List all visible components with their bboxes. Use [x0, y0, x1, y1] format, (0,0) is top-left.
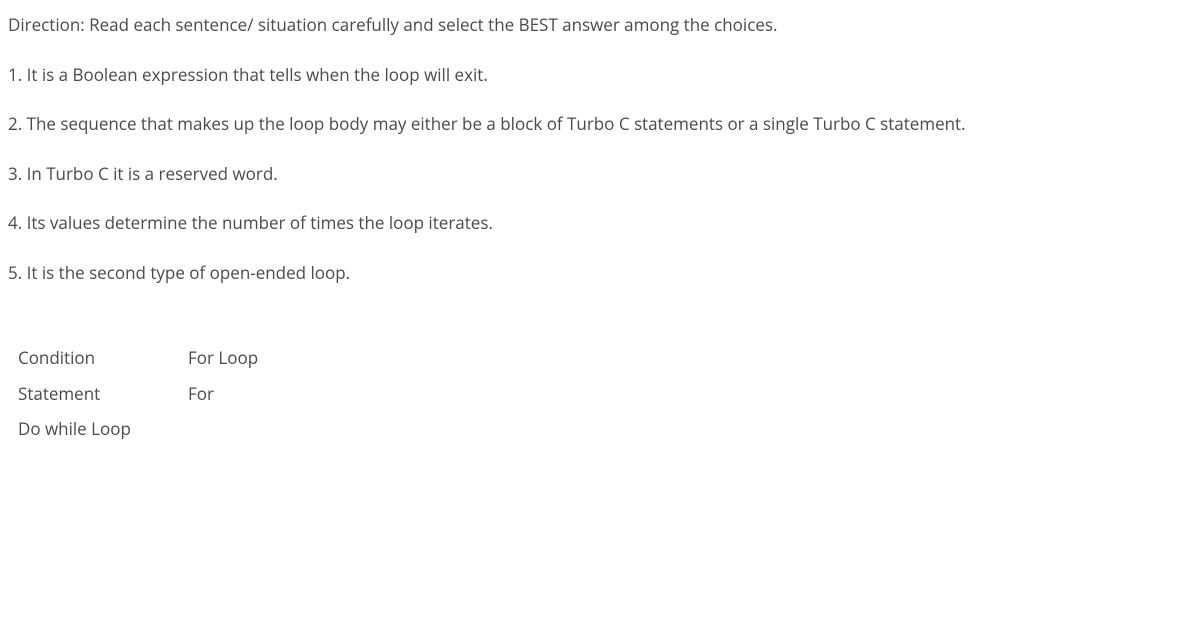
- question-2: 2. The sequence that makes up the loop b…: [8, 111, 1192, 137]
- answer-choice-condition: Condition: [18, 345, 188, 371]
- answer-row: Statement For: [18, 381, 1192, 407]
- answer-choice-for-loop: For Loop: [188, 345, 258, 371]
- answer-choice-statement: Statement: [18, 381, 188, 407]
- direction-text: Direction: Read each sentence/ situation…: [8, 12, 1192, 38]
- question-5: 5. It is the second type of open-ended l…: [8, 260, 1192, 286]
- answer-choice-for: For: [188, 381, 214, 407]
- answer-row: Condition For Loop: [18, 345, 1192, 371]
- question-4: 4. Its values determine the number of ti…: [8, 210, 1192, 236]
- answer-choice-do-while-loop: Do while Loop: [18, 416, 188, 442]
- question-3: 3. In Turbo C it is a reserved word.: [8, 161, 1192, 187]
- answer-row: Do while Loop: [18, 416, 1192, 442]
- answer-choices: Condition For Loop Statement For Do whil…: [8, 345, 1192, 442]
- question-1: 1. It is a Boolean expression that tells…: [8, 62, 1192, 88]
